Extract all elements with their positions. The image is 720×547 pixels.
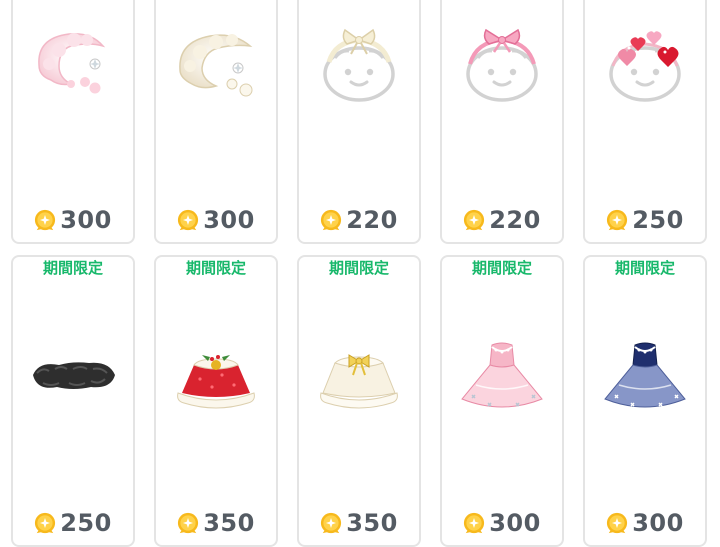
coin-icon — [463, 512, 485, 534]
price-tag: 220 — [442, 206, 562, 234]
price-value: 300 — [203, 206, 255, 234]
shop-item-card[interactable]: 期間限定 300 — [583, 255, 707, 547]
limited-time-label: 期間限定 — [471, 259, 532, 277]
price-tag: 350 — [156, 509, 276, 537]
heart-headband-icon — [601, 31, 689, 108]
price-value: 250 — [60, 509, 112, 537]
black-fur-stole-icon — [33, 362, 115, 389]
price-tag: 250 — [13, 509, 133, 537]
shop-item-card[interactable]: 220 — [297, 0, 421, 244]
coin-icon — [606, 209, 628, 231]
price-value: 350 — [346, 509, 398, 537]
white-fur-cape-icon — [320, 354, 398, 409]
price-value: 220 — [346, 206, 398, 234]
price-tag: 300 — [13, 206, 133, 234]
price-value: 220 — [489, 206, 541, 234]
shop-item-card[interactable]: 期間限定 250 — [11, 255, 135, 547]
coin-icon — [463, 209, 485, 231]
price-value: 350 — [203, 509, 255, 537]
shop-item-card[interactable]: 期間限定 350 — [154, 255, 278, 547]
price-value: 300 — [489, 509, 541, 537]
price-tag: 350 — [299, 509, 419, 537]
navy-tulle-dress-icon — [604, 342, 686, 408]
price-tag: 300 — [156, 206, 276, 234]
white-fur-headpiece-icon — [179, 34, 253, 97]
limited-time-label: 期間限定 — [42, 259, 103, 277]
pink-ribbon-headband-icon — [458, 28, 546, 108]
shop-item-card[interactable]: 250 — [583, 0, 707, 244]
coin-icon — [177, 512, 199, 534]
shop-item-card[interactable]: 期間限定 300 — [440, 255, 564, 547]
shop-item-card[interactable]: 期間限定 350 — [297, 255, 421, 547]
pink-tulle-dress-icon — [461, 342, 543, 408]
price-tag: 300 — [585, 509, 705, 537]
shop-item-card[interactable]: 300 — [154, 0, 278, 244]
cream-ribbon-headband-icon — [315, 28, 403, 108]
shop-item-card[interactable]: 300 — [11, 0, 135, 244]
limited-time-label: 期間限定 — [328, 259, 389, 277]
coin-icon — [177, 209, 199, 231]
price-value: 250 — [632, 206, 684, 234]
limited-time-label: 期間限定 — [185, 259, 246, 277]
shop-item-card[interactable]: 220 — [440, 0, 564, 244]
coin-icon — [606, 512, 628, 534]
price-value: 300 — [632, 509, 684, 537]
price-tag: 220 — [299, 206, 419, 234]
price-tag: 250 — [585, 206, 705, 234]
pink-fur-headpiece-icon — [38, 33, 106, 94]
price-value: 300 — [60, 206, 112, 234]
red-fur-cape-icon — [177, 355, 255, 409]
limited-time-label: 期間限定 — [614, 259, 675, 277]
coin-icon — [34, 209, 56, 231]
coin-icon — [320, 209, 342, 231]
coin-icon — [34, 512, 56, 534]
price-tag: 300 — [442, 509, 562, 537]
coin-icon — [320, 512, 342, 534]
